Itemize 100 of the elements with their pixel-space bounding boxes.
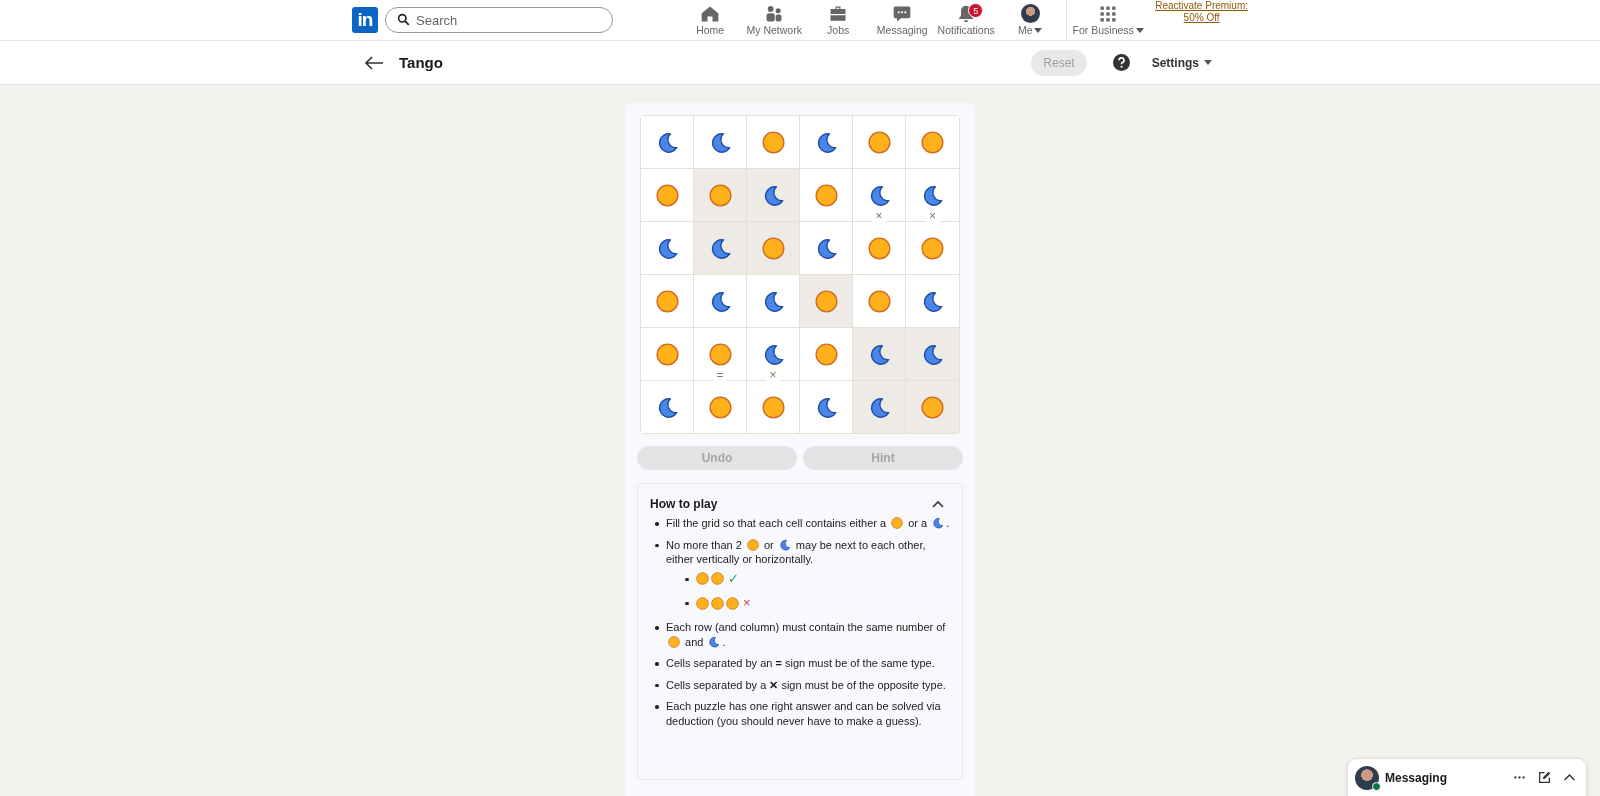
sun-icon [711,596,724,610]
grid-cell[interactable] [747,222,800,275]
nav-item[interactable]: Home [678,0,743,40]
grid-cell[interactable] [853,275,906,328]
rule-text: Fill the grid so that each cell contains either a or a . [666,517,950,529]
sun-icon [761,130,785,154]
grid-cell[interactable] [641,116,694,169]
briefcase-icon [828,4,849,24]
bullet-icon [655,683,659,687]
search-icon [397,13,410,26]
bullet-icon [685,601,689,606]
grid-cell[interactable] [694,116,747,169]
bullet-icon [655,522,659,526]
compose-icon[interactable] [1538,771,1551,784]
grid-cell[interactable] [641,169,694,222]
sun-icon [655,289,679,313]
sun-icon [696,596,709,610]
bullet-icon [655,705,659,709]
constraint-sign: × [766,369,780,381]
constraint-sign: × [872,210,886,222]
home-icon [700,4,721,24]
messaging-bar[interactable]: Messaging [1348,759,1586,796]
grid-cell[interactable] [906,328,959,381]
grid-cell[interactable] [853,116,906,169]
sun-icon [891,517,904,529]
rule-text: Each puzzle has one right answer and can be solved via deduction (you should never have to make a guess). [666,700,941,727]
sun-icon [867,236,891,260]
avatar [1020,4,1040,23]
notification-badge: 5 [968,3,984,18]
nav-item[interactable]: Me [998,0,1063,40]
constraint-sign: × [926,210,939,222]
sun-icon [867,130,891,154]
settings-menu[interactable]: Settings [1151,55,1212,70]
sun-icon [696,572,709,586]
sun-icon [655,342,679,366]
grid-cell[interactable] [641,222,694,275]
help-icon[interactable] [1112,54,1130,71]
check-mark: ✓ [728,571,739,586]
sun-icon [746,538,759,551]
rule-text: No more than 2 or may be next to each other, either vertically or horizontally. [666,538,926,565]
grid-cell[interactable]: × [853,169,906,222]
premium-link[interactable]: Reactivate Premium: 50% Off [1155,0,1248,40]
grid-cell[interactable] [641,328,694,381]
sun-icon [761,395,785,419]
moon-icon [932,517,945,529]
moon-icon [708,635,721,648]
logo[interactable]: in [352,7,378,33]
nav-item[interactable]: Jobs [806,0,871,40]
grid-cell[interactable] [747,116,800,169]
grid-cell[interactable] [694,222,747,275]
grid-cell[interactable] [800,169,853,222]
caret-icon [1204,60,1212,65]
moon-icon [778,538,791,551]
bullet-icon [655,543,659,547]
grid-cell[interactable] [747,169,800,222]
nav-item[interactable]: For Business [1067,0,1150,40]
sun-icon [814,183,838,207]
back-arrow-icon[interactable] [364,55,384,70]
nav-item[interactable]: 5 Notifications [934,0,999,40]
grid-cell[interactable] [853,222,906,275]
sun-icon [867,289,891,313]
sun-icon [814,289,838,313]
caret-icon [1135,27,1144,33]
moon-icon [921,342,944,366]
messaging-title: Messaging [1385,770,1447,785]
grid-cell[interactable] [641,275,694,328]
sun-icon [708,183,732,207]
grid-cell[interactable]: = [694,328,747,381]
sun-icon [708,342,732,366]
sun-icon [726,596,739,610]
chevron-icon[interactable] [932,500,944,508]
nav-item[interactable]: Messaging [870,0,935,40]
sun-icon [708,395,732,419]
grid-cell[interactable] [694,169,747,222]
grid-cell[interactable] [800,116,853,169]
search-field[interactable]: Search [385,7,613,33]
grid-cell[interactable] [800,222,853,275]
sun-icon [921,236,944,260]
grid-icon [1098,4,1119,24]
grid-cell[interactable] [906,116,959,169]
sun-icon [921,395,944,419]
grid-cell[interactable]: × [747,328,800,381]
sun-icon [711,572,724,586]
bullet-icon [685,577,689,581]
rule-text: Cells separated by an = sign must be of the same type. [666,657,935,669]
section-title: How to play [650,497,718,511]
nav-item[interactable]: My Network [742,0,807,40]
sun-icon [761,236,785,260]
grid-cell[interactable] [853,381,906,433]
rule-text: Each row (and column) must contain the same number of and . [666,621,946,648]
grid-cell[interactable] [747,275,800,328]
grid-cell[interactable] [694,275,747,328]
grid-cell[interactable] [853,328,906,381]
sun-icon [655,183,679,207]
grid-cell[interactable] [800,275,853,328]
grid-cell[interactable] [906,381,959,433]
bullet-icon [655,626,659,630]
grid-cell[interactable] [800,328,853,381]
moon-icon [921,289,944,313]
grid-cell[interactable] [641,381,694,433]
